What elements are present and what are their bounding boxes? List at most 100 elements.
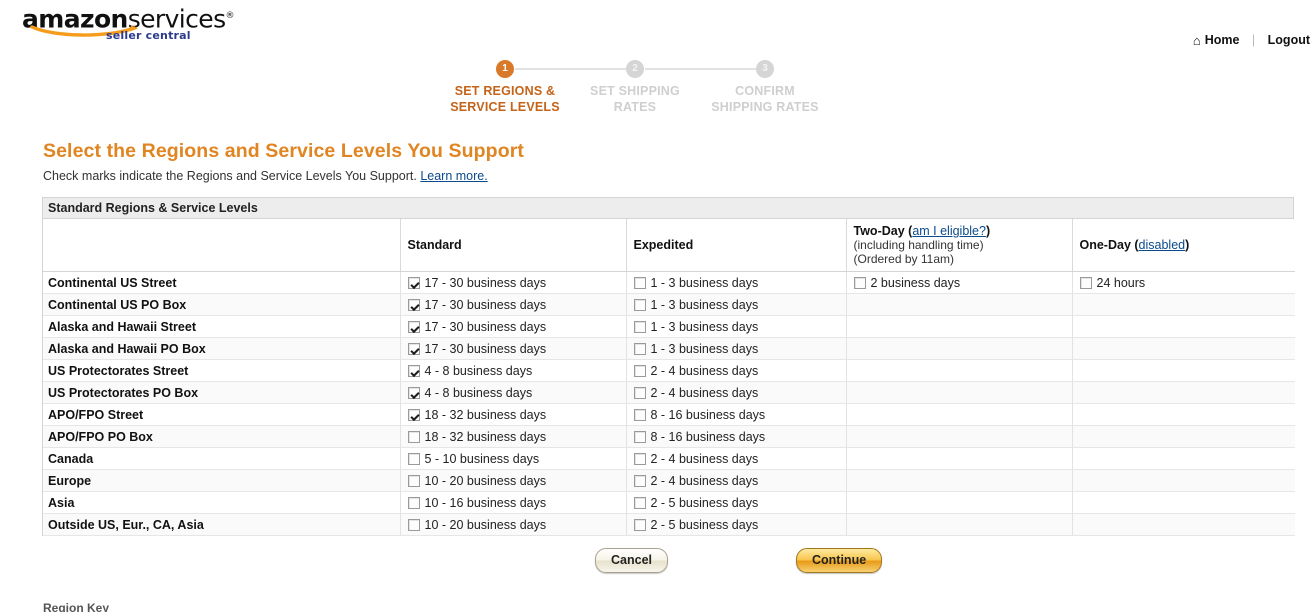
standard-duration-label: 18 - 32 business days [424,408,547,422]
oneday-checkbox[interactable] [1079,277,1092,289]
seller-central-text: seller central [106,29,191,42]
region-name-cell: Alaska and Hawaii PO Box [43,337,401,360]
title-block: Select the Regions and Service Levels Yo… [43,140,524,183]
standard-service-cell: 18 - 32 business days [400,403,627,426]
table-row: Outside US, Eur., CA, Asia 10 - 20 busine… [43,513,1295,536]
standard-duration-label: 17 - 30 business days [424,320,547,334]
standard-checkbox[interactable] [407,365,420,377]
amazon-services-logo[interactable]: amazonservices® seller central [22,4,235,42]
standard-duration-label: 10 - 20 business days [424,518,547,532]
standard-checkbox[interactable] [407,519,420,531]
standard-checkbox[interactable] [407,387,420,399]
column-header-twoday: Two-Day (am I eligible?) (including hand… [846,219,1073,272]
standard-service-cell: 17 - 30 business days [400,293,627,316]
learn-more-link[interactable]: Learn more. [420,169,487,183]
oneday-duration-label: 24 hours [1096,276,1146,290]
expedited-duration-label: 1 - 3 business days [650,342,759,356]
region-name-cell: APO/FPO Street [43,403,401,426]
standard-checkbox[interactable] [407,343,420,355]
logout-link[interactable]: Logout [1268,33,1310,47]
standard-service-cell: 17 - 30 business days [400,271,627,294]
region-name-cell: Canada [43,447,401,470]
standard-duration-label: 4 - 8 business days [424,386,533,400]
standard-service-cell: 10 - 20 business days [400,469,627,492]
nav-separator: | [1251,33,1256,47]
oneday-service-cell [1072,315,1295,338]
step-2-bullet: 2 [626,60,644,78]
oneday-service-cell [1072,469,1295,492]
region-name-cell: US Protectorates Street [43,359,401,382]
step-3-bullet: 3 [756,60,774,78]
oneday-service-cell [1072,381,1295,404]
continue-button[interactable]: Continue [796,548,883,573]
expedited-duration-label: 2 - 4 business days [650,386,759,400]
expedited-service-cell: 2 - 5 business days [626,491,847,514]
standard-checkbox[interactable] [407,321,420,333]
table-row: Canada 5 - 10 business days 2 - 4 business… [43,447,1295,470]
twoday-service-cell [846,425,1073,448]
expedited-duration-label: 1 - 3 business days [650,276,759,290]
expedited-duration-label: 2 - 4 business days [650,452,759,466]
standard-checkbox[interactable] [407,475,420,487]
expedited-checkbox[interactable] [633,409,646,421]
standard-checkbox[interactable] [407,431,420,443]
standard-duration-label: 5 - 10 business days [424,452,540,466]
expedited-checkbox[interactable] [633,365,646,377]
logo-trademark: ® [225,11,235,21]
cancel-button[interactable]: Cancel [595,548,668,573]
table-header-row: Standard Expedited Two-Day (am I eligibl… [43,219,1295,272]
table-row: Continental US PO Box 17 - 30 business da… [43,293,1295,316]
standard-duration-label: 17 - 30 business days [424,298,547,312]
expedited-checkbox[interactable] [633,453,646,465]
oneday-service-cell [1072,447,1295,470]
twoday-service-cell [846,359,1073,382]
standard-checkbox[interactable] [407,299,420,311]
twoday-note-handling: (including handling time) [853,238,984,252]
oneday-service-cell [1072,491,1295,514]
twoday-service-cell [846,469,1073,492]
expedited-duration-label: 8 - 16 business days [650,408,766,422]
step-indicator: 1 SET REGIONS & SERVICE LEVELS 2 SET SHI… [0,60,1310,122]
standard-service-cell: 5 - 10 business days [400,447,627,470]
expedited-checkbox[interactable] [633,475,646,487]
standard-checkbox[interactable] [407,409,420,421]
am-i-eligible-link[interactable]: am I eligible? [912,224,986,238]
standard-checkbox[interactable] [407,277,420,289]
twoday-service-cell [846,403,1073,426]
twoday-service-cell: 2 business days [846,271,1073,294]
twoday-service-cell [846,337,1073,360]
twoday-duration-label: 2 business days [870,276,961,290]
standard-duration-label: 4 - 8 business days [424,364,533,378]
oneday-disabled-link[interactable]: disabled [1139,238,1186,252]
region-name-cell: Europe [43,469,401,492]
expedited-checkbox[interactable] [633,497,646,509]
expedited-checkbox[interactable] [633,277,646,289]
regions-table: Standard Regions & Service Levels Standa… [42,197,1295,536]
region-name-cell: Alaska and Hawaii Street [43,315,401,338]
standard-duration-label: 17 - 30 business days [424,276,547,290]
table-row: Europe 10 - 20 business days 2 - 4 busines… [43,469,1295,492]
standard-checkbox[interactable] [407,453,420,465]
table-band-title: Standard Regions & Service Levels [43,198,1293,219]
standard-service-cell: 4 - 8 business days [400,359,627,382]
expedited-checkbox[interactable] [633,519,646,531]
region-name-cell: Continental US Street [43,271,401,294]
expedited-duration-label: 2 - 5 business days [650,518,759,532]
standard-service-cell: 10 - 20 business days [400,513,627,536]
expedited-checkbox[interactable] [633,299,646,311]
home-link[interactable]: ⌂ Home [1193,33,1240,48]
expedited-service-cell: 2 - 4 business days [626,447,847,470]
expedited-checkbox[interactable] [633,321,646,333]
expedited-checkbox[interactable] [633,343,646,355]
twoday-service-cell [846,513,1073,536]
standard-checkbox[interactable] [407,497,420,509]
twoday-service-cell [846,491,1073,514]
expedited-checkbox[interactable] [633,387,646,399]
oneday-service-cell [1072,359,1295,382]
expedited-checkbox[interactable] [633,431,646,443]
expedited-service-cell: 1 - 3 business days [626,337,847,360]
twoday-checkbox[interactable] [853,277,866,289]
region-name-cell: Continental US PO Box [43,293,401,316]
region-name-cell: Asia [43,491,401,514]
table-row: Continental US Street 17 - 30 business da… [43,271,1295,294]
